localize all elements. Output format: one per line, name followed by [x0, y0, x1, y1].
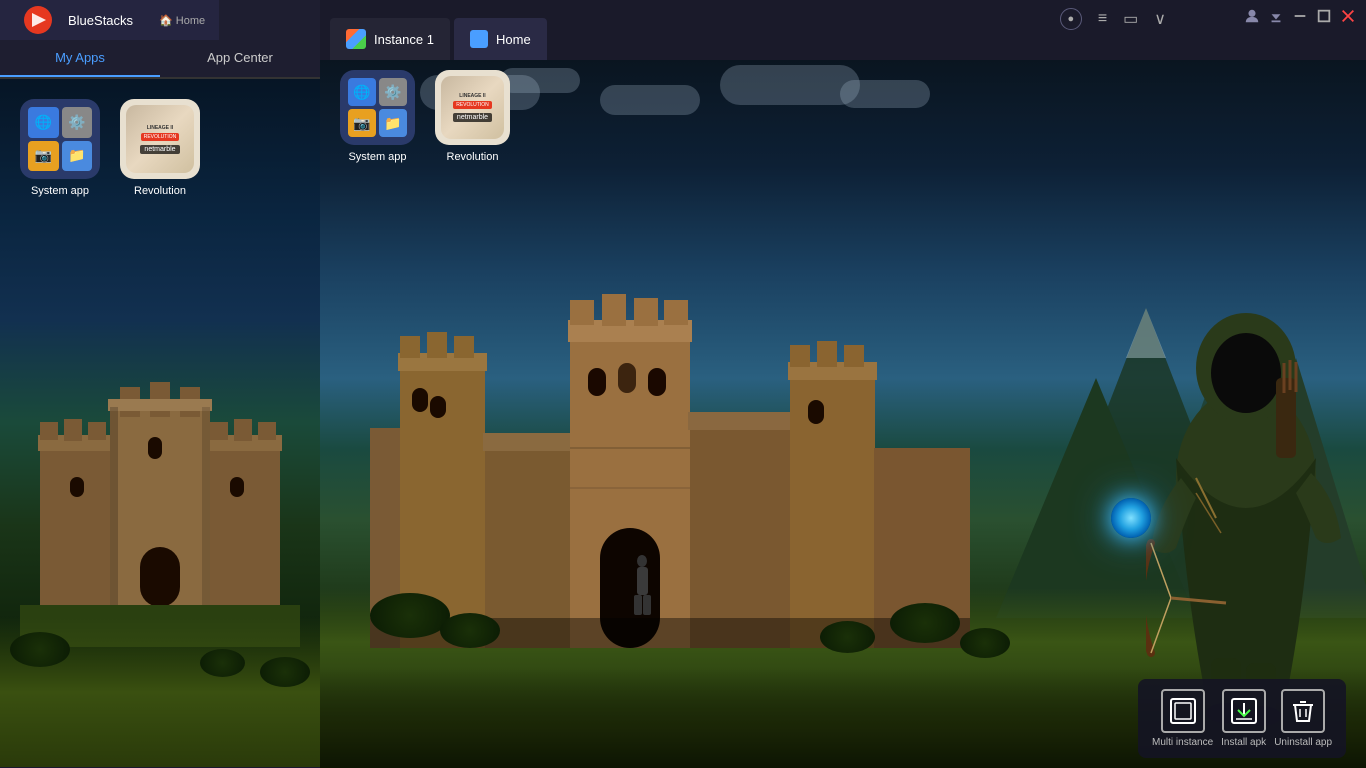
- multi-instance-icon: [1161, 689, 1205, 733]
- revolution-inner: LINEAGE II REVOLUTION netmarble: [126, 105, 194, 173]
- minimize-btn[interactable]: [1292, 8, 1308, 24]
- home-tab-label: 🏠 Home: [159, 14, 205, 27]
- app-center-tab[interactable]: App Center: [160, 40, 320, 77]
- top-right-controls: ● ≡ ▭ ∨: [1060, 8, 1166, 30]
- instance-tab-label: Instance 1: [374, 32, 434, 47]
- bush-main-4: [890, 603, 960, 643]
- install-apk-btn[interactable]: Install apk: [1221, 689, 1266, 748]
- revolution-app-right[interactable]: LINEAGE II REVOLUTION netmarble Revoluti…: [435, 70, 510, 163]
- castle-left: [20, 327, 300, 647]
- close-btn[interactable]: [1340, 8, 1356, 24]
- bush-3: [260, 657, 310, 687]
- instance-tab[interactable]: Instance 1: [330, 18, 450, 60]
- cloud-2: [500, 68, 580, 93]
- bush-2: [200, 649, 245, 677]
- account-btn[interactable]: [1244, 8, 1260, 24]
- window-controls: [1244, 8, 1356, 24]
- left-panel: BlueStacks 🏠 Home My Apps App Center: [0, 0, 320, 768]
- uninstall-app-btn[interactable]: Uninstall app: [1274, 689, 1332, 748]
- gateway-figure: [630, 553, 655, 623]
- app-name: BlueStacks: [68, 13, 133, 28]
- bush-main-3: [820, 621, 875, 653]
- globe-icon-r: 🌐: [348, 78, 376, 106]
- bush-main-5: [960, 628, 1010, 658]
- revolution-label: Revolution: [134, 185, 186, 197]
- bluestacks-logo: [14, 6, 62, 34]
- gear-icon: ⚙️: [62, 107, 93, 138]
- system-app-right[interactable]: 🌐 ⚙️ 📷 📁 System app: [340, 70, 415, 163]
- bottom-toolbar: Multi instance Install apk: [1138, 679, 1346, 758]
- home-icon: [470, 30, 488, 48]
- left-home-tab[interactable]: BlueStacks 🏠 Home: [0, 0, 219, 40]
- left-content: 🌐 ⚙️ 📷 📁 System app LINEAGE II REVOLUTIO…: [0, 79, 320, 767]
- instance-icon: [346, 29, 366, 49]
- more-icon[interactable]: ∨: [1154, 9, 1166, 29]
- home-tab-right-label: Home: [496, 32, 531, 47]
- revolution-app-left[interactable]: LINEAGE II REVOLUTION netmarble Revoluti…: [120, 99, 200, 197]
- gear-icon-r: ⚙️: [379, 78, 407, 106]
- right-title-bar: Instance 1 Home ● ≡ ▭ ∨: [320, 0, 1366, 60]
- system-app-icon: 🌐 ⚙️ 📷 📁: [20, 99, 100, 179]
- uninstall-app-icon: [1281, 689, 1325, 733]
- right-content: 🌐 ⚙️ 📷 📁 System app LINEAGE II REVOLUTIO…: [320, 60, 1366, 768]
- right-window: Instance 1 Home ● ≡ ▭ ∨: [320, 0, 1366, 768]
- system-app-icon-right: 🌐 ⚙️ 📷 📁: [340, 70, 415, 145]
- apps-grid-left: 🌐 ⚙️ 📷 📁 System app LINEAGE II REVOLUTIO…: [20, 99, 200, 197]
- revolution-icon-right: LINEAGE II REVOLUTION netmarble: [435, 70, 510, 145]
- bush-main-1: [370, 593, 450, 638]
- resize-icon[interactable]: ▭: [1123, 9, 1138, 29]
- main-window: BlueStacks 🏠 Home My Apps App Center: [0, 0, 1366, 768]
- home-tab-right[interactable]: Home: [454, 18, 547, 60]
- multi-instance-label: Multi instance: [1152, 737, 1213, 748]
- menu-icon[interactable]: ≡: [1098, 10, 1107, 28]
- castle-main: [370, 248, 970, 648]
- revolution-inner-r: LINEAGE II REVOLUTION netmarble: [441, 76, 504, 139]
- download-icon[interactable]: [1268, 8, 1284, 24]
- files-icon: 📁: [62, 141, 93, 172]
- revolution-label-right: Revolution: [447, 151, 499, 163]
- multi-instance-btn[interactable]: Multi instance: [1152, 689, 1213, 748]
- apps-grid-right: 🌐 ⚙️ 📷 📁 System app LINEAGE II REVOLUTIO…: [340, 70, 510, 163]
- system-app-left[interactable]: 🌐 ⚙️ 📷 📁 System app: [20, 99, 100, 197]
- cloud-4: [720, 65, 860, 105]
- camera-icon: 📷: [28, 141, 59, 172]
- left-title-bar: BlueStacks 🏠 Home: [0, 0, 320, 40]
- bush-1: [10, 632, 70, 667]
- cloud-5: [840, 80, 930, 108]
- system-app-label: System app: [31, 185, 89, 197]
- uninstall-app-label: Uninstall app: [1274, 737, 1332, 748]
- archer-character: [1146, 278, 1346, 728]
- install-apk-icon: [1222, 689, 1266, 733]
- cloud-3: [600, 85, 700, 115]
- camera-icon-r: 📷: [348, 109, 376, 137]
- my-apps-tab[interactable]: My Apps: [0, 40, 160, 77]
- revolution-icon: LINEAGE II REVOLUTION netmarble: [120, 99, 200, 179]
- maximize-btn[interactable]: [1316, 8, 1332, 24]
- bush-main-2: [440, 613, 500, 648]
- user-icon[interactable]: ●: [1060, 8, 1082, 30]
- files-icon-r: 📁: [379, 109, 407, 137]
- system-app-label-right: System app: [348, 151, 406, 163]
- left-nav: My Apps App Center: [0, 40, 320, 79]
- globe-icon: 🌐: [28, 107, 59, 138]
- magic-orb: [1111, 498, 1151, 538]
- install-apk-label: Install apk: [1221, 737, 1266, 748]
